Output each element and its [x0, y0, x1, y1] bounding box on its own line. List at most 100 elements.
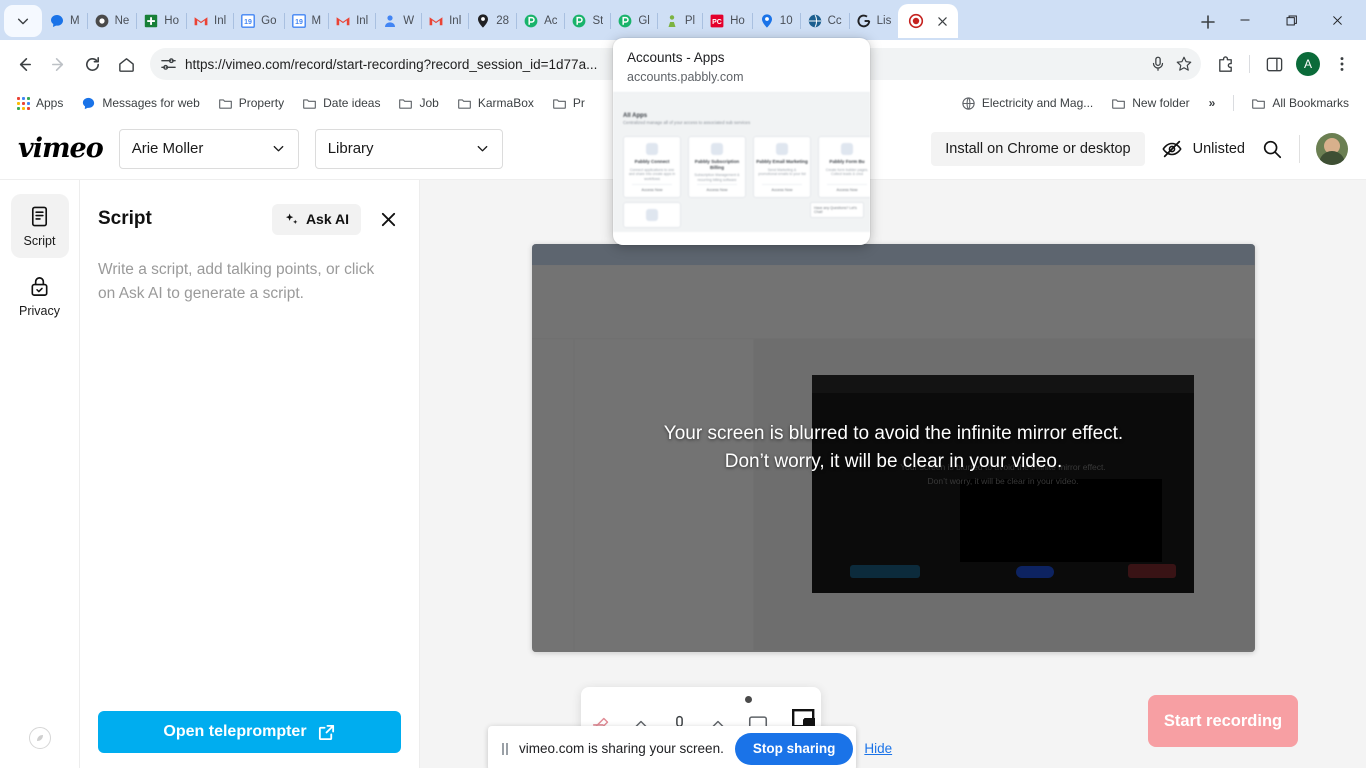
eye-slash-icon — [1161, 140, 1182, 157]
app-card-button: Access Now — [697, 184, 737, 192]
bookmarks-overflow-button[interactable]: » — [1201, 96, 1224, 110]
start-recording-button[interactable]: Start recording — [1148, 695, 1298, 747]
app-card-button: Access Now — [827, 184, 867, 192]
reload-button[interactable] — [76, 48, 108, 80]
profile-avatar: A — [1296, 52, 1320, 76]
search-icon[interactable] — [1261, 138, 1283, 160]
bookmark-item[interactable]: Pr — [545, 93, 592, 114]
vimeo-logo[interactable]: vimeo — [18, 133, 104, 164]
tab-search-button[interactable] — [4, 5, 42, 37]
tab-close-button[interactable] — [934, 13, 950, 29]
toolbar-handle-dot — [745, 696, 752, 703]
app-icon — [841, 143, 853, 156]
browser-tab[interactable]: Gl — [610, 4, 658, 38]
pc-red-icon: PC — [710, 14, 724, 28]
close-icon — [1332, 15, 1342, 25]
browser-tab[interactable]: Inl — [186, 4, 235, 38]
browser-tab[interactable]: Pl — [657, 4, 704, 38]
close-script-panel-button[interactable] — [375, 206, 401, 232]
browser-tab[interactable]: 10 — [752, 4, 801, 38]
tab-hover-preview-card: Accounts - Apps accounts.pabbly.com All … — [613, 38, 870, 245]
bookmark-item[interactable]: Messages for web — [74, 93, 206, 114]
browser-tab[interactable]: M — [42, 4, 88, 38]
open-teleprompter-label: Open teleprompter — [163, 723, 307, 740]
all-bookmarks-button[interactable]: All Bookmarks — [1244, 93, 1356, 114]
open-teleprompter-button[interactable]: Open teleprompter — [98, 711, 401, 753]
chrome-icon — [95, 14, 108, 28]
browser-tab[interactable]: Inl — [328, 4, 377, 38]
browser-tab[interactable]: Inl — [421, 4, 470, 38]
three-dot-menu-icon — [1340, 57, 1344, 71]
thumb-app-card: Pabbly Subscription Billing Subscription … — [688, 136, 746, 199]
chrome-menu-button[interactable] — [1326, 48, 1358, 80]
bookmark-item[interactable]: Property — [211, 93, 291, 114]
thumb-chat-widget: Have any Questions? Let's Chat! — [810, 202, 864, 219]
app-card-desc: Create form builder pages. Collect leads… — [825, 167, 869, 177]
bookmark-item[interactable]: Job — [391, 93, 445, 114]
stop-sharing-button[interactable]: Stop sharing — [734, 732, 854, 765]
toolbar-divider — [1249, 55, 1250, 73]
thumb-section-title: All Apps — [623, 113, 648, 120]
close-window-button[interactable] — [1314, 3, 1360, 37]
gmail-icon — [194, 17, 208, 26]
bookmark-label: Messages for web — [102, 96, 200, 110]
app-card-button: Access Now — [762, 184, 802, 192]
browser-tab[interactable]: PC Ho — [702, 4, 753, 38]
pabbly-icon — [524, 14, 538, 28]
new-tab-button[interactable] — [1194, 8, 1222, 36]
apps-grid-icon — [17, 96, 30, 110]
sidebar-item-privacy[interactable]: Privacy — [11, 264, 69, 328]
browser-tab[interactable]: W — [375, 4, 422, 38]
sidebar-item-label: Script — [23, 233, 56, 248]
leaf-circle-icon[interactable] — [29, 727, 51, 749]
bookmark-label: Pr — [572, 96, 585, 110]
sidebar-item-script[interactable]: Script — [10, 194, 69, 258]
bookmark-apps[interactable]: Apps — [10, 93, 70, 113]
bookmark-item[interactable]: Date ideas — [295, 93, 387, 114]
gmail-icon — [336, 17, 350, 26]
browser-tab[interactable]: 19 M — [284, 4, 329, 38]
vimeo-body: Script Privacy Script Ask AI Write a scr… — [0, 180, 1366, 768]
maximize-button[interactable] — [1268, 3, 1314, 37]
app-icon — [646, 209, 658, 222]
side-panel-button[interactable] — [1258, 48, 1290, 80]
leaf-glyph-icon — [37, 735, 43, 741]
browser-tab[interactable]: St — [564, 4, 612, 38]
star-icon[interactable] — [1175, 55, 1193, 73]
forward-arrow-icon — [51, 57, 63, 71]
maximize-icon — [1286, 15, 1297, 25]
back-button[interactable] — [8, 48, 40, 80]
script-editor-placeholder[interactable]: Write a script, add talking points, or c… — [98, 258, 401, 306]
minimize-button[interactable] — [1222, 3, 1268, 37]
user-avatar[interactable] — [1316, 132, 1348, 165]
svg-text:PC: PC — [712, 19, 722, 26]
tune-icon[interactable] — [160, 56, 177, 73]
microphone-icon[interactable] — [1149, 55, 1167, 73]
browser-tab[interactable]: Cc — [800, 4, 850, 38]
messages-icon — [81, 96, 96, 111]
browser-tab[interactable]: 28 — [468, 4, 517, 38]
browser-tab[interactable]: Ac — [516, 4, 566, 38]
browser-tab-active[interactable] — [898, 4, 959, 38]
bookmark-electricity[interactable]: Electricity and Mag... — [954, 93, 1100, 114]
browser-tab[interactable]: 19 Go — [233, 4, 285, 38]
browser-tab[interactable]: Ne — [87, 4, 137, 38]
hide-share-bar-link[interactable]: Hide — [864, 741, 892, 756]
bookmark-item[interactable]: KarmaBox — [450, 93, 541, 114]
privacy-status[interactable]: Unlisted — [1161, 138, 1245, 160]
browser-tab[interactable]: Lis — [849, 4, 900, 38]
home-button[interactable] — [110, 48, 142, 80]
account-select[interactable]: Arie Moller — [118, 128, 299, 169]
folder-icon — [1252, 98, 1266, 109]
install-on-chrome-button[interactable]: Install on Chrome or desktop — [931, 131, 1145, 166]
ask-ai-button[interactable]: Ask AI — [271, 203, 361, 235]
home-icon — [118, 57, 134, 72]
browser-tab[interactable]: Ho — [136, 4, 187, 38]
app-card-desc: Connect applications to one and share in… — [628, 167, 676, 182]
profile-button[interactable]: A — [1292, 48, 1324, 80]
bookmark-new-folder[interactable]: New folder — [1104, 93, 1196, 114]
library-select[interactable]: Library — [314, 128, 503, 169]
extensions-button[interactable] — [1209, 48, 1241, 80]
bookmark-label: Electricity and Mag... — [981, 96, 1094, 110]
forward-button[interactable] — [42, 48, 74, 80]
